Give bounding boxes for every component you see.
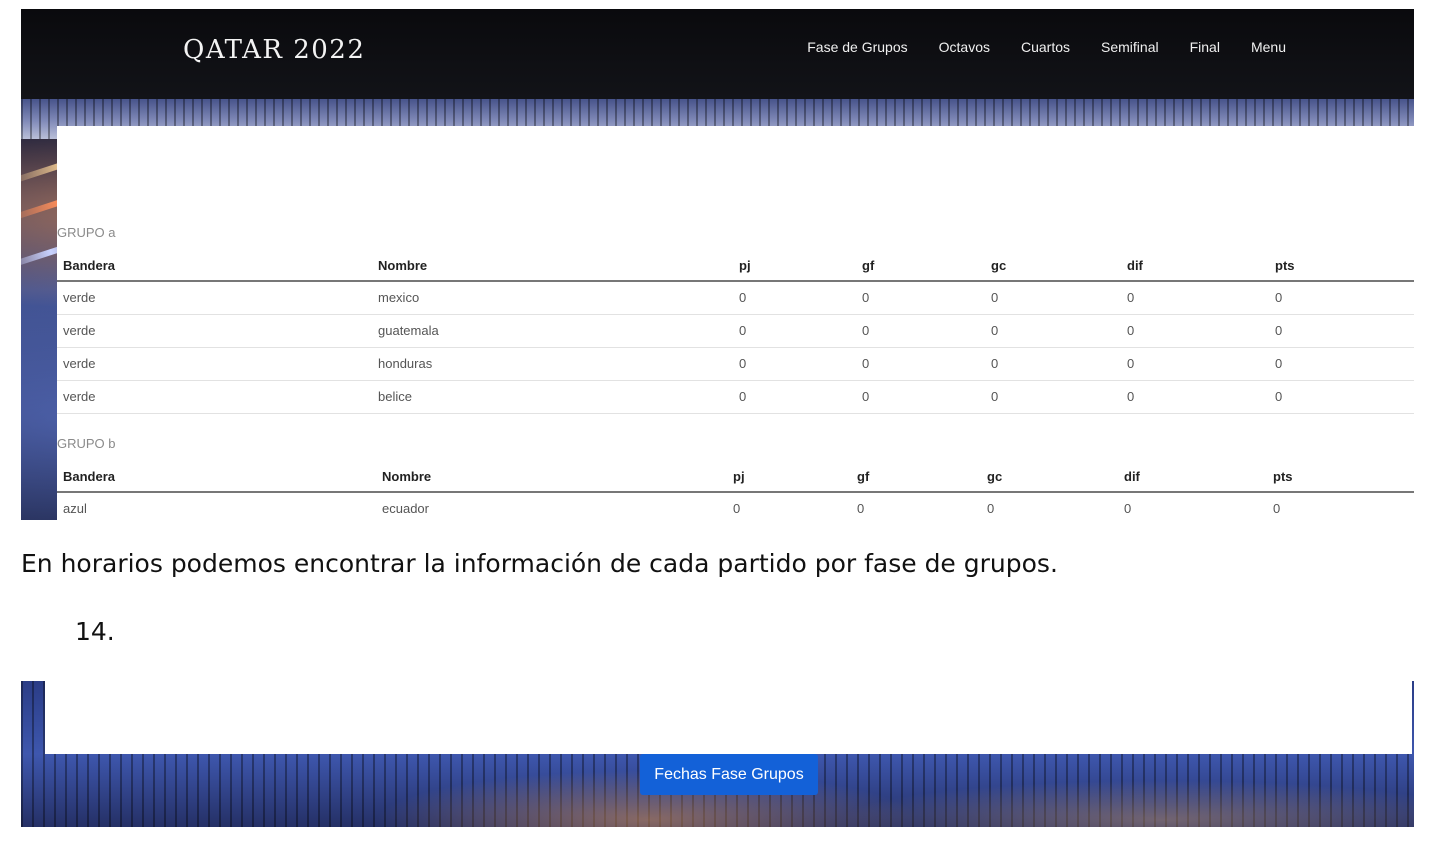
column-header-gc: gc bbox=[981, 462, 1118, 493]
fechas-fase-grupos-button[interactable]: Fechas Fase Grupos bbox=[640, 754, 818, 795]
cell-dif: 0 bbox=[1118, 492, 1267, 520]
step-number: 14. bbox=[75, 617, 115, 646]
top-navbar: QATAR 2022 Fase de Grupos Octavos Cuarto… bbox=[21, 9, 1414, 99]
column-header-pj: pj bbox=[727, 462, 851, 493]
cell-bandera: azul bbox=[57, 492, 376, 520]
brand-title[interactable]: QATAR 2022 bbox=[183, 35, 365, 65]
column-header-gf: gf bbox=[851, 462, 981, 493]
cell-pts: 0 bbox=[1269, 281, 1414, 315]
group-a-label: GRUPO a bbox=[57, 225, 116, 240]
cell-nombre: mexico bbox=[372, 281, 733, 315]
table-row: verde mexico 0 0 0 0 0 bbox=[57, 281, 1414, 315]
nav-link-semifinal[interactable]: Semifinal bbox=[1101, 39, 1159, 55]
group-a-table: Bandera Nombre pj gf gc dif pts verde me… bbox=[57, 251, 1414, 414]
cell-pts: 0 bbox=[1269, 380, 1414, 414]
cell-nombre: honduras bbox=[372, 347, 733, 381]
table-row: azul ecuador 0 0 0 0 0 bbox=[57, 492, 1414, 520]
nav-link-menu[interactable]: Menu bbox=[1251, 39, 1286, 55]
cell-pts: 0 bbox=[1267, 492, 1414, 520]
cell-dif: 0 bbox=[1121, 281, 1269, 315]
nav-links: Fase de Grupos Octavos Cuartos Semifinal… bbox=[807, 39, 1286, 55]
table-row: verde guatemala 0 0 0 0 0 bbox=[57, 314, 1414, 348]
cell-dif: 0 bbox=[1121, 380, 1269, 414]
cell-bandera: verde bbox=[57, 347, 372, 381]
column-header-dif: dif bbox=[1118, 462, 1267, 493]
document-caption: En horarios podemos encontrar la informa… bbox=[21, 549, 1058, 578]
column-header-dif: dif bbox=[1121, 251, 1269, 282]
column-header-gc: gc bbox=[985, 251, 1121, 282]
cell-gc: 0 bbox=[985, 347, 1121, 381]
cell-gf: 0 bbox=[851, 492, 981, 520]
cell-bandera: verde bbox=[57, 314, 372, 348]
cell-bandera: verde bbox=[57, 380, 372, 414]
cell-gf: 0 bbox=[856, 281, 985, 315]
column-header-nombre: Nombre bbox=[376, 462, 727, 493]
cell-pts: 0 bbox=[1269, 347, 1414, 381]
cell-gf: 0 bbox=[856, 380, 985, 414]
table-row: verde belice 0 0 0 0 0 bbox=[57, 380, 1414, 414]
table-header-row: Bandera Nombre pj gf gc dif pts bbox=[57, 251, 1414, 282]
table-row: verde honduras 0 0 0 0 0 bbox=[57, 347, 1414, 381]
cell-gf: 0 bbox=[856, 314, 985, 348]
column-header-bandera: Bandera bbox=[57, 462, 376, 493]
cell-gc: 0 bbox=[985, 380, 1121, 414]
cell-pj: 0 bbox=[733, 314, 856, 348]
cell-gc: 0 bbox=[985, 281, 1121, 315]
cell-bandera: verde bbox=[57, 281, 372, 315]
schedule-screenshot: Fechas Fase Grupos bbox=[21, 681, 1414, 827]
group-b-table: Bandera Nombre pj gf gc dif pts azul ecu… bbox=[57, 462, 1414, 520]
column-header-nombre: Nombre bbox=[372, 251, 733, 282]
column-header-bandera: Bandera bbox=[57, 251, 372, 282]
cell-pj: 0 bbox=[727, 492, 851, 520]
table-header-row: Bandera Nombre pj gf gc dif pts bbox=[57, 462, 1414, 493]
cell-pj: 0 bbox=[733, 281, 856, 315]
nav-link-cuartos[interactable]: Cuartos bbox=[1021, 39, 1070, 55]
group-b-label: GRUPO b bbox=[57, 436, 116, 451]
column-header-pts: pts bbox=[1269, 251, 1414, 282]
standings-screenshot: QATAR 2022 Fase de Grupos Octavos Cuarto… bbox=[21, 9, 1414, 520]
nav-link-octavos[interactable]: Octavos bbox=[939, 39, 990, 55]
cell-pj: 0 bbox=[733, 380, 856, 414]
cell-nombre: belice bbox=[372, 380, 733, 414]
cell-pts: 0 bbox=[1269, 314, 1414, 348]
cell-nombre: ecuador bbox=[376, 492, 727, 520]
cell-gc: 0 bbox=[985, 314, 1121, 348]
standings-card: GRUPO a Bandera Nombre pj gf gc dif pts … bbox=[57, 126, 1414, 520]
column-header-pts: pts bbox=[1267, 462, 1414, 493]
cell-gf: 0 bbox=[856, 347, 985, 381]
cell-dif: 0 bbox=[1121, 347, 1269, 381]
column-header-pj: pj bbox=[733, 251, 856, 282]
nav-link-fase-de-grupos[interactable]: Fase de Grupos bbox=[807, 39, 907, 55]
column-header-gf: gf bbox=[856, 251, 985, 282]
nav-link-final[interactable]: Final bbox=[1190, 39, 1220, 55]
cell-nombre: guatemala bbox=[372, 314, 733, 348]
cell-pj: 0 bbox=[733, 347, 856, 381]
cell-gc: 0 bbox=[981, 492, 1118, 520]
cell-dif: 0 bbox=[1121, 314, 1269, 348]
schedule-card bbox=[45, 681, 1412, 754]
